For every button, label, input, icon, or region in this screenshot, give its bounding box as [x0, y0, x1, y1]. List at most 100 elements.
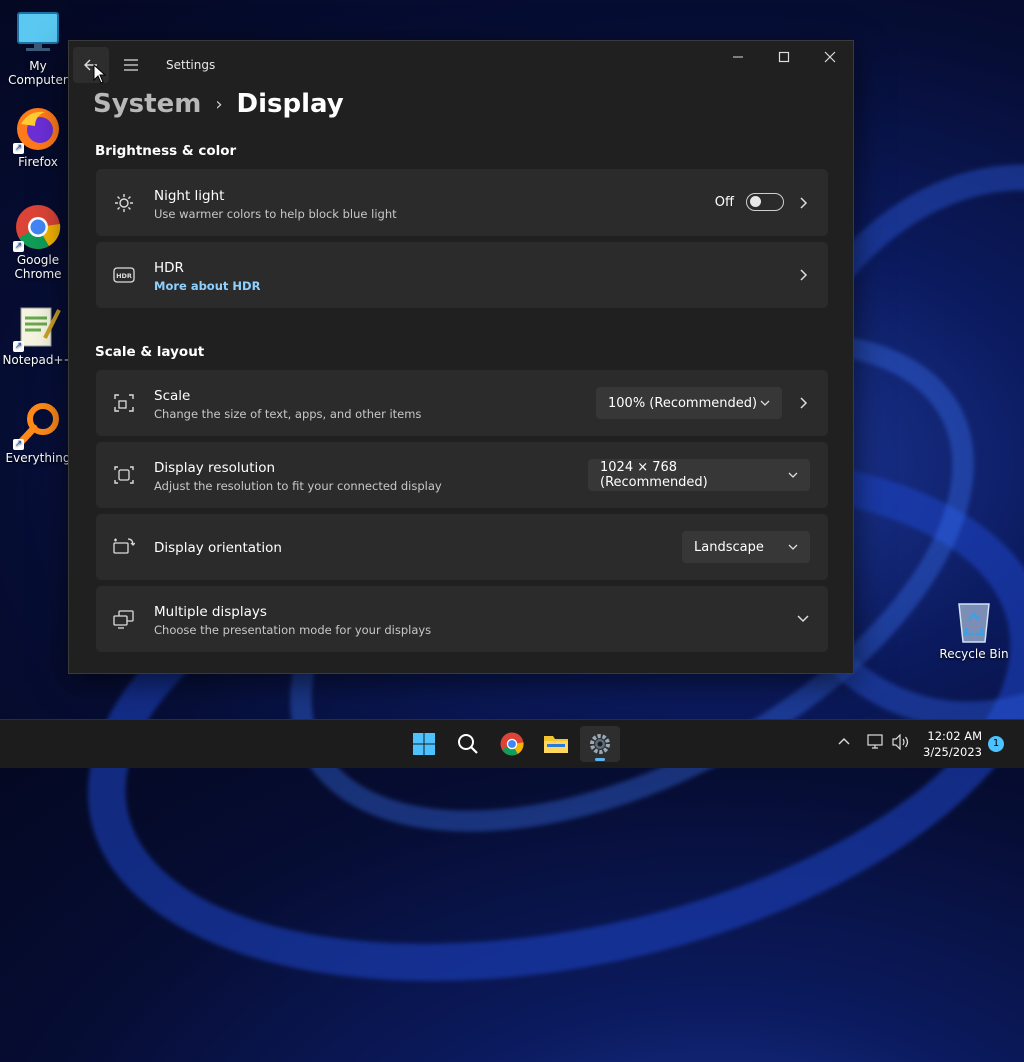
chrome-icon — [500, 732, 524, 756]
scale-icon — [112, 391, 136, 415]
notepadpp-icon: ↗ — [13, 304, 61, 352]
mouse-cursor-icon — [93, 64, 107, 84]
chrome-icon: ↗ — [13, 204, 61, 252]
shortcut-arrow-icon: ↗ — [13, 143, 24, 154]
desktop-icon-label: Firefox — [18, 155, 58, 169]
taskbar-file-explorer-button[interactable] — [536, 726, 576, 762]
settings-window: Settings System › Display Brightness & c… — [68, 40, 854, 674]
volume-icon — [892, 733, 909, 751]
desktop-icon-recycle-bin[interactable]: Recycle Bin — [936, 598, 1012, 661]
night-light-toggle-group: Off — [715, 193, 784, 211]
night-light-toggle[interactable] — [746, 193, 784, 211]
page-title: Display — [236, 89, 344, 119]
scale-title: Scale — [154, 388, 191, 404]
chevron-right-icon[interactable] — [796, 196, 810, 210]
scale-dropdown-value: 100% (Recommended) — [608, 395, 758, 411]
hdr-card[interactable]: HDR HDR More about HDR — [96, 242, 828, 308]
file-explorer-icon — [544, 736, 568, 753]
recycle-bin-icon — [951, 598, 997, 644]
clock-time: 12:02 AM — [927, 729, 982, 743]
chevron-right-icon: › — [215, 93, 223, 115]
breadcrumb-system-link[interactable]: System — [93, 89, 201, 119]
breadcrumb: System › Display — [93, 89, 344, 119]
network-icon — [867, 734, 883, 749]
svg-text:HDR: HDR — [116, 272, 132, 280]
start-icon — [413, 733, 435, 755]
desktop-icon-everything[interactable]: ↗ Everything — [0, 402, 76, 465]
chevron-down-icon — [788, 544, 798, 550]
multiple-displays-title: Multiple displays — [154, 604, 267, 620]
navigation-menu-button[interactable] — [113, 47, 149, 83]
firefox-icon: ↗ — [13, 106, 61, 154]
everything-search-icon: ↗ — [13, 402, 61, 450]
maximize-button[interactable] — [761, 41, 807, 73]
start-button[interactable] — [404, 726, 444, 762]
display-orientation-title: Display orientation — [154, 540, 282, 556]
display-resolution-card[interactable]: Display resolution Adjust the resolution… — [96, 442, 828, 508]
clock-date: 3/25/2023 — [923, 745, 982, 759]
taskbar: 12:02 AM 3/25/2023 1 — [0, 719, 1024, 768]
multiple-displays-card[interactable]: Multiple displays Choose the presentatio… — [96, 586, 828, 652]
scale-card[interactable]: Scale Change the size of text, apps, and… — [96, 370, 828, 436]
section-heading-scale-layout: Scale & layout — [95, 344, 205, 360]
toggle-state-label: Off — [714, 194, 734, 210]
network-button[interactable] — [867, 734, 885, 754]
monitor-icon — [15, 10, 61, 56]
night-light-title: Night light — [154, 188, 225, 204]
taskbar-settings-button[interactable] — [580, 726, 620, 762]
scale-subtitle: Change the size of text, apps, and other… — [154, 407, 422, 421]
desktop-icon-label: Everything — [5, 451, 71, 465]
active-app-indicator — [595, 758, 605, 761]
night-light-card[interactable]: Night light Use warmer colors to help bl… — [96, 169, 828, 236]
taskbar-search-button[interactable] — [448, 726, 488, 762]
desktop-icon-my-computer[interactable]: My Computer — [0, 10, 76, 87]
desktop-icon-chrome[interactable]: ↗ Google Chrome — [0, 204, 76, 281]
resolution-icon — [112, 463, 136, 487]
scale-dropdown[interactable]: 100% (Recommended) — [596, 387, 782, 419]
minimize-icon — [733, 56, 743, 58]
multiple-displays-subtitle: Choose the presentation mode for your di… — [154, 623, 432, 637]
shortcut-arrow-icon: ↗ — [13, 241, 24, 252]
chevron-right-icon[interactable] — [796, 268, 810, 282]
display-resolution-dropdown[interactable]: 1024 × 768 (Recommended) — [588, 459, 810, 491]
minimize-button[interactable] — [715, 41, 761, 73]
display-resolution-title: Display resolution — [154, 460, 276, 476]
display-resolution-dropdown-value: 1024 × 768 (Recommended) — [600, 460, 708, 490]
desktop-icon-notepadpp[interactable]: ↗ Notepad++ — [0, 304, 76, 367]
desktop-icon-label: My Computer — [8, 59, 68, 87]
system-clock[interactable]: 12:02 AM 3/25/2023 — [923, 728, 982, 760]
hdr-icon: HDR — [112, 263, 136, 287]
close-icon — [824, 51, 836, 63]
notification-badge[interactable]: 1 — [988, 736, 1004, 752]
taskbar-chrome-button[interactable] — [492, 726, 532, 762]
desktop-icon-label: Recycle Bin — [939, 647, 1009, 661]
maximize-icon — [778, 51, 790, 63]
chevron-up-icon — [838, 738, 850, 745]
brightness-icon — [112, 191, 136, 215]
multiple-displays-icon — [112, 607, 136, 631]
more-about-hdr-link[interactable]: More about HDR — [154, 279, 260, 293]
chevron-down-icon — [760, 400, 770, 406]
chevron-down-icon — [788, 472, 798, 478]
show-hidden-icons-button[interactable] — [838, 734, 850, 749]
chevron-down-icon[interactable] — [796, 612, 810, 626]
chevron-right-icon[interactable] — [796, 396, 810, 410]
title-bar[interactable]: Settings — [69, 41, 853, 87]
display-resolution-subtitle: Adjust the resolution to fit your connec… — [154, 479, 442, 493]
display-orientation-dropdown[interactable]: Landscape — [682, 531, 810, 563]
search-icon — [458, 734, 478, 754]
volume-button[interactable] — [892, 733, 910, 754]
desktop-icon-label: Notepad++ — [2, 353, 74, 367]
hdr-title: HDR — [154, 260, 184, 276]
display-orientation-card[interactable]: Display orientation Landscape — [96, 514, 828, 580]
shortcut-arrow-icon: ↗ — [13, 341, 24, 352]
app-title: Settings — [166, 58, 216, 72]
orientation-icon — [112, 535, 136, 559]
desktop-icon-label: Google Chrome — [14, 253, 62, 281]
shortcut-arrow-icon: ↗ — [13, 439, 24, 450]
close-button[interactable] — [807, 41, 853, 73]
desktop-icon-firefox[interactable]: ↗ Firefox — [0, 106, 76, 169]
display-orientation-dropdown-value: Landscape — [694, 539, 764, 555]
section-heading-brightness: Brightness & color — [95, 143, 237, 159]
settings-icon — [590, 734, 610, 754]
